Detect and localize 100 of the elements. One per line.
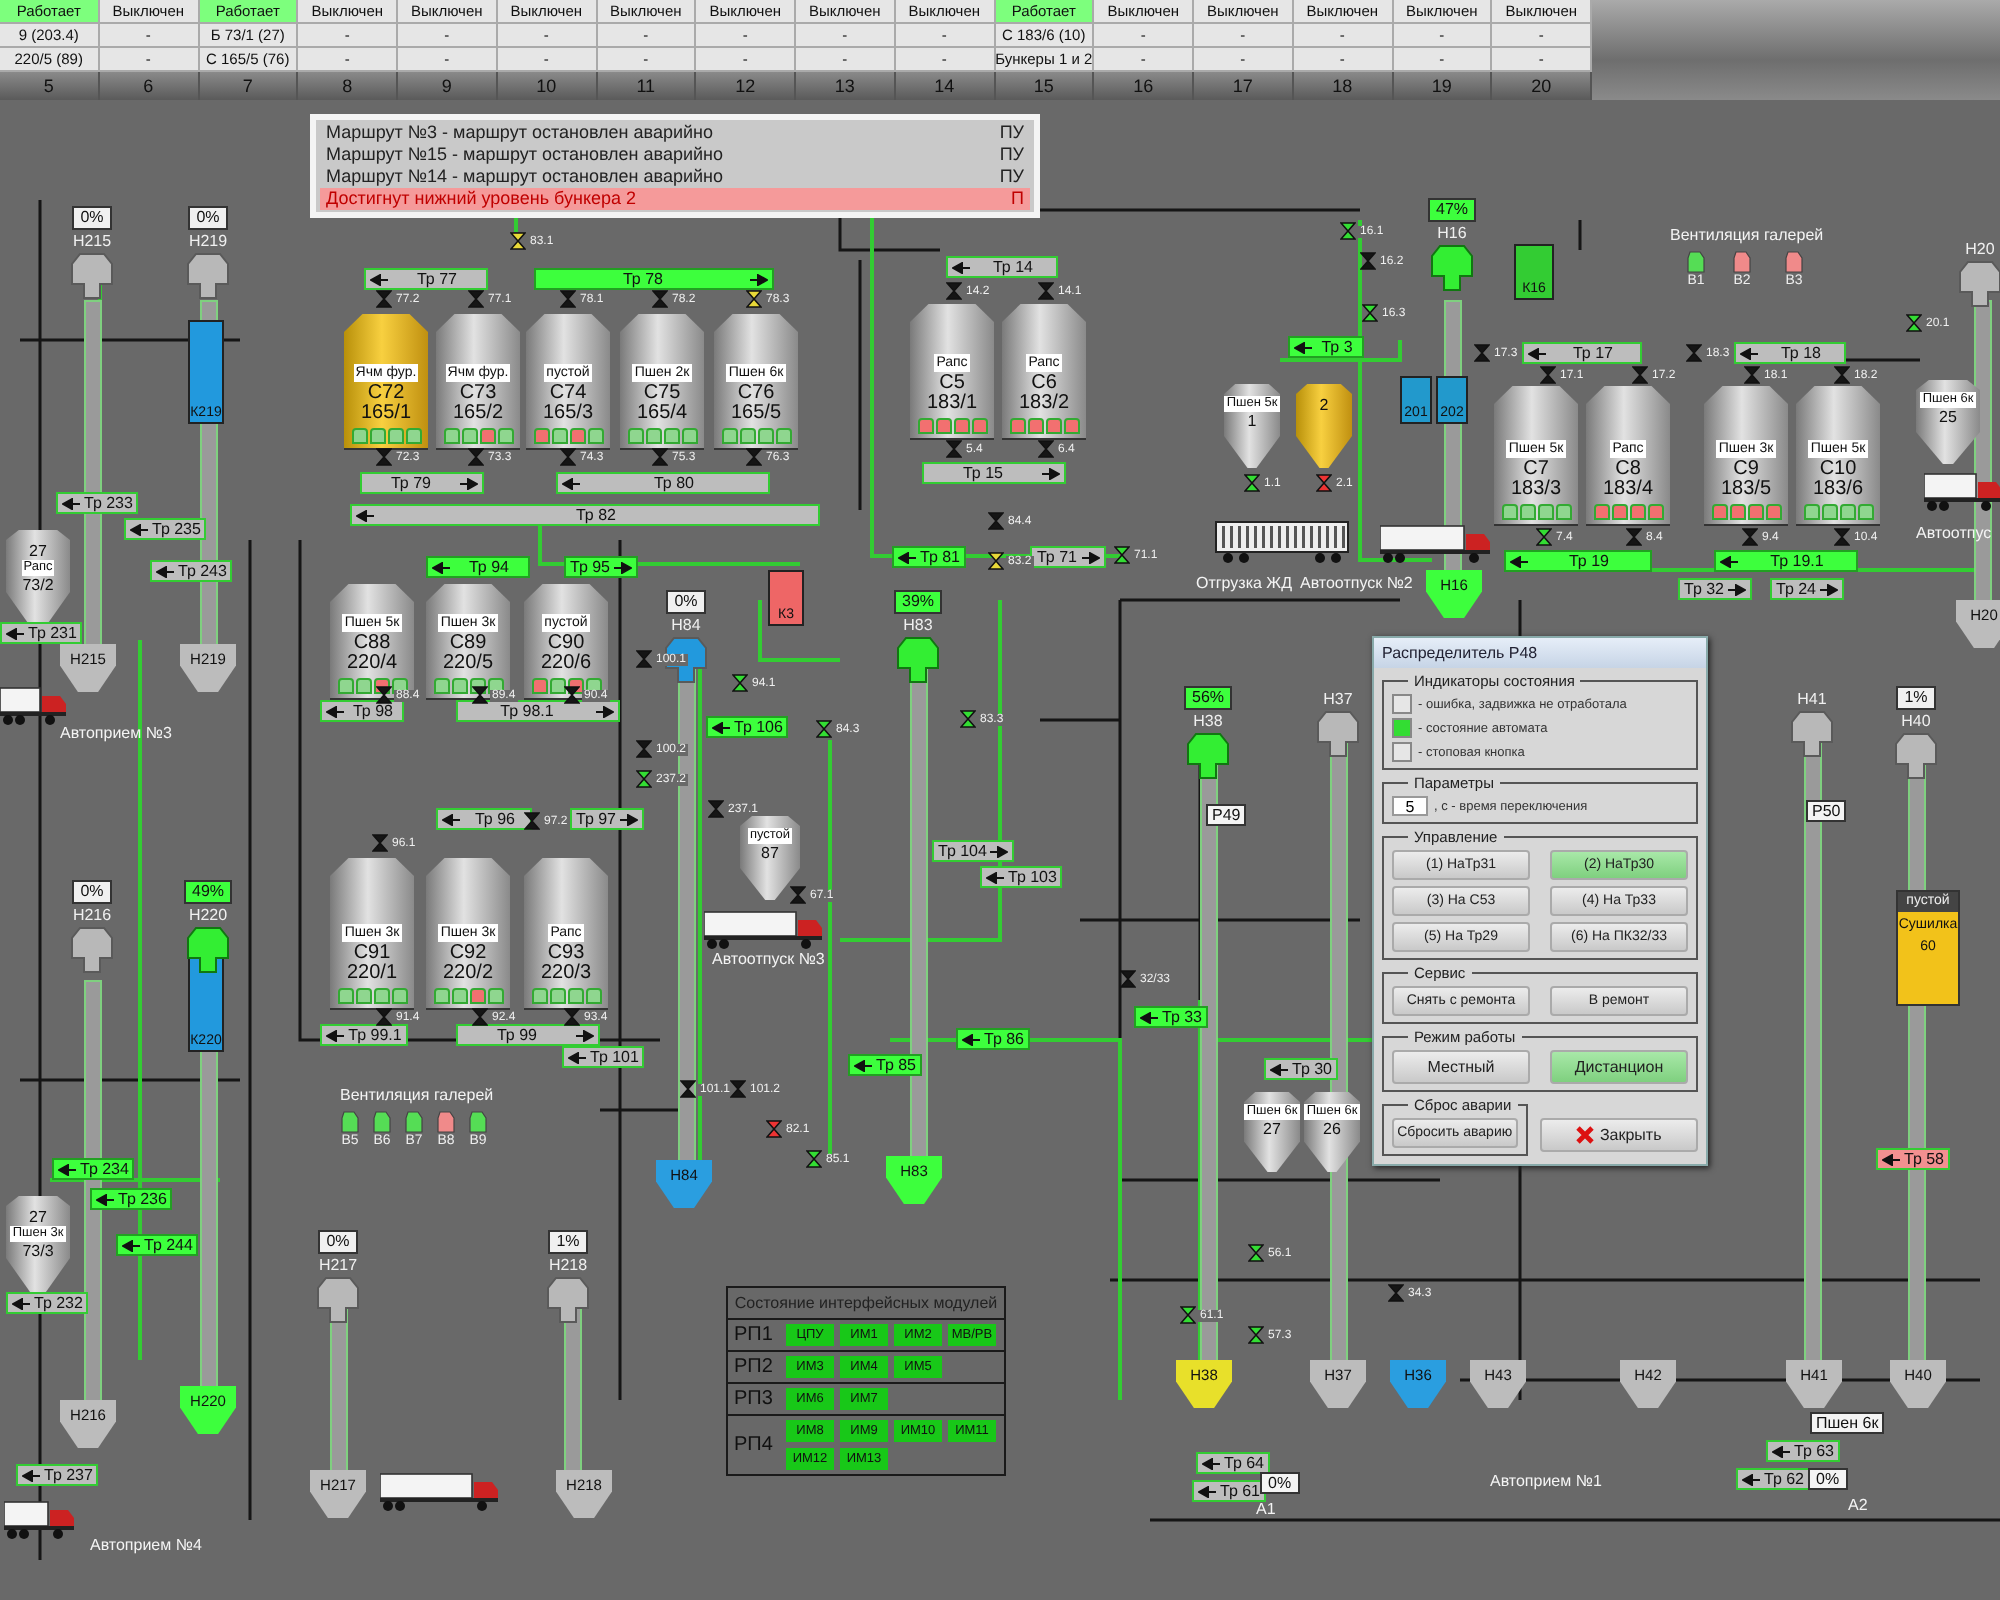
- conveyor[interactable]: Тр 233: [56, 492, 139, 514]
- conveyor[interactable]: Тр 98.1: [456, 700, 620, 722]
- conveyor[interactable]: Тр 71: [1030, 546, 1106, 568]
- valve-icon[interactable]: [1360, 252, 1376, 270]
- valve-icon[interactable]: [1180, 1306, 1196, 1324]
- valve-icon[interactable]: [1248, 1326, 1264, 1344]
- valve-icon[interactable]: [636, 770, 652, 788]
- arrow-icon: [854, 1059, 872, 1071]
- close-button[interactable]: Закрыть: [1539, 1118, 1698, 1152]
- conveyor[interactable]: Тр 235: [124, 518, 207, 540]
- column-number: 17: [1194, 72, 1294, 100]
- caption-label: Вентиляция галерей: [340, 1086, 494, 1104]
- bunker-name: Н215: [72, 232, 112, 250]
- conveyor[interactable]: Тр 33: [1134, 1006, 1209, 1028]
- arrow-icon: [130, 523, 148, 535]
- conveyor[interactable]: Тр 32: [1678, 578, 1753, 600]
- conveyor[interactable]: Тр 236: [90, 1188, 173, 1210]
- tag-label: Р50: [1806, 800, 1847, 822]
- bin-number: 27: [29, 542, 47, 560]
- valve-icon[interactable]: [564, 686, 580, 704]
- conveyor[interactable]: Тр 3: [1288, 336, 1364, 358]
- mode-button[interactable]: Дистанцион: [1550, 1050, 1688, 1084]
- conveyor[interactable]: Тр 30: [1264, 1058, 1339, 1080]
- valve-icon[interactable]: [1244, 474, 1260, 492]
- fan-icon[interactable]: [1784, 250, 1804, 274]
- valve-icon[interactable]: [524, 812, 540, 830]
- valve-icon[interactable]: [1340, 222, 1356, 240]
- valve-icon[interactable]: [746, 290, 762, 308]
- conveyor[interactable]: Тр 19.1: [1714, 550, 1858, 572]
- conveyor[interactable]: Тр 80: [556, 472, 770, 494]
- arrow-icon: [614, 561, 633, 573]
- conveyor[interactable]: Тр 96: [436, 808, 532, 830]
- valve-icon[interactable]: [376, 686, 392, 704]
- conveyor[interactable]: Тр 18: [1734, 342, 1846, 364]
- conveyor[interactable]: Тр 94: [426, 556, 530, 578]
- conveyor[interactable]: Тр 99: [456, 1024, 600, 1046]
- conveyor[interactable]: Тр 78: [534, 268, 774, 290]
- conveyor[interactable]: Тр 14: [946, 256, 1058, 278]
- fan-icon[interactable]: [1686, 250, 1706, 274]
- conveyor[interactable]: Тр 104: [932, 840, 1015, 862]
- conveyor[interactable]: Тр 85: [848, 1054, 923, 1076]
- fan-icon[interactable]: [1732, 250, 1752, 274]
- conveyor[interactable]: Тр 82: [350, 504, 820, 526]
- conveyor[interactable]: Тр 79: [360, 472, 484, 494]
- valve-icon[interactable]: [806, 1150, 822, 1168]
- conveyor[interactable]: Тр 24: [1770, 578, 1845, 600]
- conveyor[interactable]: Тр 232: [6, 1292, 89, 1314]
- conveyor[interactable]: Тр 58: [1876, 1148, 1951, 1170]
- alarm-row[interactable]: Маршрут №15 - маршрут остановлен аварийно ПУ: [320, 144, 1030, 166]
- conveyor[interactable]: Тр 103: [980, 866, 1063, 888]
- valve-icon[interactable]: [1248, 1244, 1264, 1262]
- fan-icon[interactable]: [340, 1110, 360, 1134]
- bunker-name: Н16: [1437, 224, 1467, 242]
- mode-button[interactable]: Местный: [1392, 1050, 1530, 1084]
- valve-icon[interactable]: [732, 674, 748, 692]
- conveyor[interactable]: Тр 234: [52, 1158, 135, 1180]
- valve-icon[interactable]: [960, 710, 976, 728]
- conveyor[interactable]: Тр 97: [570, 808, 645, 830]
- valve-icon[interactable]: [510, 232, 526, 250]
- conveyor[interactable]: Тр 95: [564, 556, 639, 578]
- conveyor[interactable]: Тр 19: [1504, 550, 1652, 572]
- alarm-row[interactable]: Маршрут №14 - маршрут остановлен аварийно ПУ: [320, 166, 1030, 188]
- valve-icon[interactable]: [1536, 528, 1552, 546]
- arrow-icon: [620, 813, 639, 825]
- conveyor[interactable]: Тр 62: [1736, 1468, 1811, 1490]
- conveyor[interactable]: Тр 237: [16, 1464, 99, 1486]
- conveyor[interactable]: Тр 99.1: [320, 1024, 408, 1046]
- valve-icon[interactable]: [472, 686, 488, 704]
- elevator-icon[interactable]: [186, 926, 230, 974]
- conveyor[interactable]: Тр 63: [1766, 1440, 1841, 1462]
- alarm-text: Маршрут №3 - маршрут остановлен аварийно: [326, 122, 713, 144]
- conveyor[interactable]: Тр 231: [0, 622, 83, 644]
- conveyor[interactable]: Тр 98: [320, 700, 404, 722]
- column-number: 13: [796, 72, 896, 100]
- conveyor[interactable]: Тр 81: [892, 546, 967, 568]
- alarm-row[interactable]: Маршрут №3 - маршрут остановлен аварийно ПУ: [320, 122, 1030, 144]
- valve-icon[interactable]: [680, 1080, 696, 1098]
- bin[interactable]: 2: [1296, 384, 1352, 468]
- column-number: 5: [0, 72, 100, 100]
- valve-icon[interactable]: [1906, 314, 1922, 332]
- input-field[interactable]: 5: [1392, 796, 1428, 816]
- fan-icon[interactable]: [468, 1110, 488, 1134]
- fan-icon[interactable]: [372, 1110, 392, 1134]
- valve-icon[interactable]: [1114, 546, 1130, 564]
- conveyor[interactable]: Тр 15: [922, 462, 1066, 484]
- conveyor[interactable]: Тр 77: [364, 268, 488, 290]
- conveyor[interactable]: Тр 61: [1192, 1480, 1267, 1502]
- valve-icon[interactable]: [988, 552, 1004, 570]
- conveyor[interactable]: Тр 244: [116, 1234, 199, 1256]
- fan-icon[interactable]: [404, 1110, 424, 1134]
- silo-capacity: 165/4: [636, 404, 688, 424]
- conveyor[interactable]: Тр 17: [1522, 342, 1642, 364]
- conveyor[interactable]: Тр 243: [150, 560, 233, 582]
- conveyor[interactable]: Тр 64: [1196, 1452, 1271, 1474]
- valve-icon[interactable]: [816, 720, 832, 738]
- valve-icon[interactable]: [1362, 304, 1378, 322]
- conveyor[interactable]: Тр 106: [706, 716, 789, 738]
- conveyor[interactable]: Тр 101: [562, 1046, 645, 1068]
- fan-icon[interactable]: [436, 1110, 456, 1134]
- conveyor[interactable]: Тр 86: [956, 1028, 1031, 1050]
